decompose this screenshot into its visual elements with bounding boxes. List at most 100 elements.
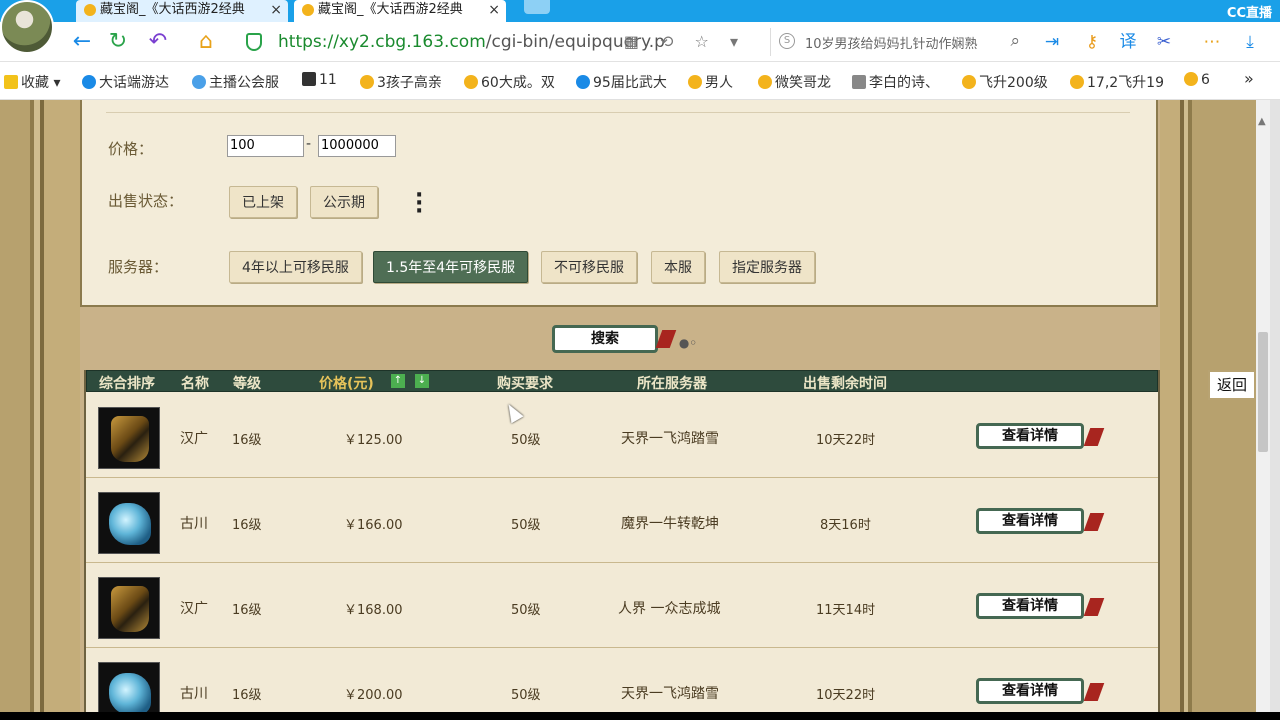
ribbon-icon <box>655 330 677 348</box>
search-icon[interactable]: ⌕ <box>1010 31 1020 51</box>
table-row[interactable]: 汉广 16级 ￥125.00 50级 天界一飞鸿踏雪 10天22时 查看详情 <box>86 393 1158 478</box>
tab-title: 藏宝阁_《大话西游2经典 <box>100 2 245 17</box>
sort-ascending-icon[interactable]: ↑ <box>391 374 405 388</box>
item-name: 汉广 <box>180 601 208 617</box>
armor-icon[interactable] <box>98 577 160 639</box>
bookmark-label: 3孩子高亲 <box>377 75 442 91</box>
scrollbar-thumb[interactable] <box>1258 332 1268 452</box>
browser-nav-bar: ← ↻ ↶ ⌂ https://xy2.cbg.163.com/cgi-bin/… <box>0 22 1280 62</box>
header-requirement: 购买要求 <box>497 376 553 392</box>
bookmark-item[interactable]: 3孩子高亲 <box>360 72 442 92</box>
bookmark-item[interactable]: 大话端游达 <box>82 72 169 92</box>
sort-descending-icon[interactable]: ↓ <box>415 374 429 388</box>
user-avatar[interactable] <box>0 0 54 54</box>
ribbon-icon <box>1083 513 1105 531</box>
search-button[interactable]: 搜索 ●◦ <box>552 325 697 353</box>
search-input[interactable]: 10岁男孩给妈妈扎针动作娴熟 <box>805 33 995 52</box>
view-details-button[interactable]: 查看详情 <box>976 508 1105 534</box>
status-listed-button[interactable]: 已上架 <box>229 186 297 218</box>
item-requirement: 50级 <box>511 603 541 618</box>
more-vertical-icon[interactable]: · · · <box>415 185 423 223</box>
header-remaining-time: 出售剩余时间 <box>803 376 887 392</box>
back-button[interactable]: 返回 <box>1208 370 1256 400</box>
server-option-this-server-button[interactable]: 本服 <box>651 251 705 283</box>
bookmark-item[interactable]: 60大成。双 <box>464 72 555 92</box>
bookmark-label: 6 <box>1201 72 1210 88</box>
game-favicon-icon <box>360 75 374 89</box>
item-name: 古川 <box>180 516 208 532</box>
view-details-button[interactable]: 查看详情 <box>976 423 1105 449</box>
page-scrollbar[interactable]: ▲ <box>1256 100 1270 712</box>
home-icon[interactable]: ⌂ <box>194 30 218 54</box>
item-price: ￥168.00 <box>344 603 403 618</box>
boots-icon[interactable] <box>98 662 160 712</box>
status-preview-button[interactable]: 公示期 <box>310 186 378 218</box>
close-icon[interactable]: × <box>270 0 282 20</box>
ribbon-icon <box>1083 428 1105 446</box>
login-icon[interactable]: ⇥ <box>1042 32 1062 52</box>
scroll-up-icon[interactable]: ▲ <box>1258 116 1266 127</box>
item-price: ￥125.00 <box>344 433 403 448</box>
price-min-input[interactable]: 100 <box>227 135 304 157</box>
item-level: 16级 <box>232 518 262 533</box>
header-price[interactable]: 价格(元) <box>319 373 374 393</box>
download-icon[interactable]: ⤓ <box>1240 32 1260 52</box>
page-content: ▲ 价格： 100 - 1000000 出售状态： 已上架 公示期 · · · 服务… <box>0 100 1280 712</box>
server-option-4yr-button[interactable]: 4年以上可移民服 <box>229 251 362 283</box>
url-text[interactable]: https://xy2.cbg.163.com/cgi-bin/equipque… <box>278 32 665 52</box>
bookmark-item[interactable]: 李白的诗、 <box>852 72 939 92</box>
table-row[interactable]: 汉广 16级 ￥168.00 50级 人界 一众志成城 11天14时 查看详情 <box>86 563 1158 648</box>
bookmark-item[interactable]: 17,2飞升19 <box>1070 72 1164 92</box>
armor-graphic <box>111 416 149 462</box>
view-details-button[interactable]: 查看详情 <box>976 593 1105 619</box>
game-favicon-icon <box>962 75 976 89</box>
search-button-label: 搜索 <box>591 331 619 347</box>
key-icon[interactable]: ⚷ <box>1082 32 1102 52</box>
price-max-input[interactable]: 1000000 <box>318 135 396 157</box>
item-remaining-time: 10天22时 <box>816 688 876 703</box>
filter-panel: 价格： 100 - 1000000 出售状态： 已上架 公示期 · · · 服务器：… <box>80 100 1158 307</box>
item-level: 16级 <box>232 433 262 448</box>
translate-icon[interactable]: 译 <box>1118 32 1138 52</box>
table-row[interactable]: 古川 16级 ￥166.00 50级 魔界一牛转乾坤 8天16时 查看详情 <box>86 478 1158 563</box>
server-option-non-migratable-button[interactable]: 不可移民服 <box>541 251 637 283</box>
close-icon[interactable]: × <box>488 0 500 20</box>
menu-icon[interactable]: ⋯ <box>1202 32 1222 52</box>
view-details-button[interactable]: 查看详情 <box>976 678 1105 704</box>
new-tab-button[interactable] <box>524 0 550 14</box>
view-details-label: 查看详情 <box>1002 598 1058 614</box>
item-remaining-time: 8天16时 <box>820 518 871 533</box>
refresh-icon[interactable]: ↻ <box>106 30 130 54</box>
armor-icon[interactable] <box>98 407 160 469</box>
bookmark-label: 男人 <box>705 75 733 91</box>
bookmark-item[interactable]: 飞升200级 <box>962 72 1048 92</box>
browser-tab[interactable]: 藏宝阁_《大话西游2经典 × <box>76 0 288 22</box>
bookmark-favorites[interactable]: 收藏 ▾ <box>4 72 60 92</box>
server-option-1-5yr-button[interactable]: 1.5年至4年可移民服 <box>373 251 529 283</box>
search-box[interactable]: S 10岁男孩给妈妈扎针动作娴熟 ⌕ <box>770 28 1026 56</box>
results-table: 综合排序 名称 等级 价格(元) ↑ ↓ 购买要求 所在服务器 出售剩余时间 汉… <box>84 370 1160 712</box>
bookmark-item[interactable]: 11 <box>302 72 337 88</box>
header-server: 所在服务器 <box>637 376 707 392</box>
address-bar[interactable]: https://xy2.cbg.163.com/cgi-bin/equipque… <box>236 28 756 56</box>
bookmark-item[interactable]: 微笑哥龙 <box>758 72 831 92</box>
boots-icon[interactable] <box>98 492 160 554</box>
browser-tab-active[interactable]: 藏宝阁_《大话西游2经典 × <box>294 0 506 22</box>
cc-live-logo: CC直播 <box>1226 6 1272 21</box>
header-sort-overall[interactable]: 综合排序 <box>99 373 155 393</box>
item-server: 人界 一众志成城 <box>618 601 721 617</box>
bookmark-item[interactable]: 主播公会服 <box>192 72 279 92</box>
undo-icon[interactable]: ↶ <box>146 30 170 54</box>
bookmarks-overflow-button[interactable]: » <box>1244 69 1254 88</box>
game-favicon-icon <box>302 4 314 16</box>
scissors-icon[interactable]: ✂ <box>1154 32 1174 52</box>
bookmark-item[interactable]: 95届比武大 <box>576 72 667 92</box>
table-row[interactable]: 古川 16级 ￥200.00 50级 天界一飞鸿踏雪 10天22时 查看详情 <box>86 648 1158 712</box>
bookmark-item[interactable]: 男人 <box>688 72 733 92</box>
server-option-specific-button[interactable]: 指定服务器 <box>719 251 815 283</box>
back-arrow-icon[interactable]: ← <box>70 30 94 54</box>
game-favicon-icon <box>758 75 772 89</box>
tab-title: 藏宝阁_《大话西游2经典 <box>318 2 463 17</box>
bookmark-item[interactable]: 6 <box>1184 72 1210 88</box>
decorative-frame-left <box>0 100 80 712</box>
